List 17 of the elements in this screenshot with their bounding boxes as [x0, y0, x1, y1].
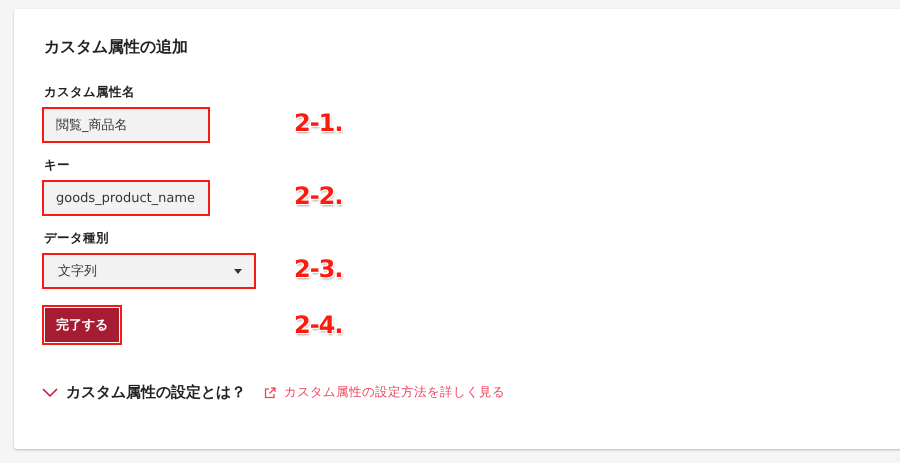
- chevron-down-icon: [42, 388, 58, 398]
- section-title: カスタム属性の追加: [44, 37, 188, 58]
- dropdown[interactable]: 文字列: [42, 253, 256, 289]
- help-link[interactable]: カスタム属性の設定方法を詳しく見る: [284, 384, 505, 401]
- input-field[interactable]: 閲覧_商品名: [42, 107, 210, 143]
- step-annotation: 2-2.: [294, 182, 342, 210]
- input-field[interactable]: goods_product_name: [42, 180, 210, 216]
- field-label: キー: [44, 157, 70, 174]
- complete-button[interactable]: 完了する: [42, 305, 122, 345]
- help-toggle[interactable]: カスタム属性の設定とは？: [66, 383, 246, 402]
- field-label: データ種別: [44, 230, 109, 247]
- field-label: カスタム属性名: [44, 84, 135, 101]
- caret-icon: [234, 268, 242, 274]
- step-annotation: 2-1.: [294, 109, 342, 137]
- external-link-icon: [264, 386, 276, 398]
- step-annotation: 2-4.: [294, 311, 342, 339]
- step-annotation: 2-3.: [294, 255, 342, 283]
